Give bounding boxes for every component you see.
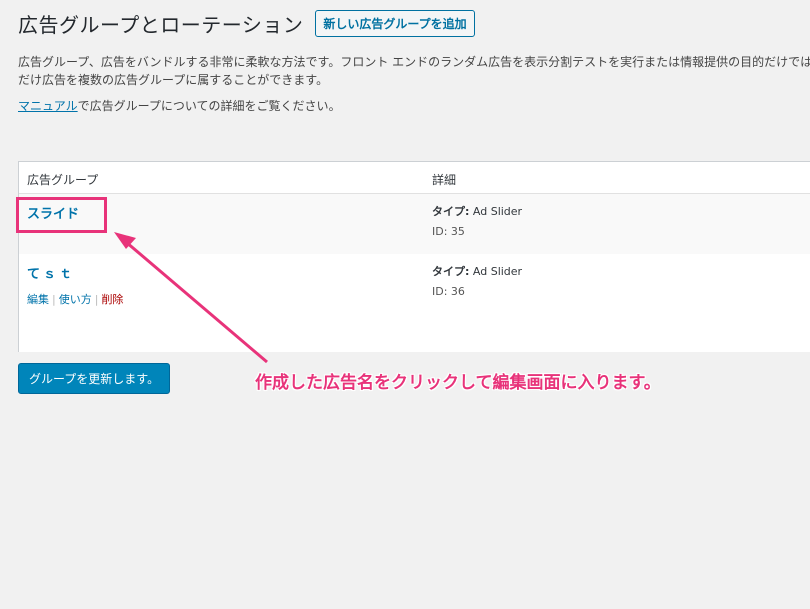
manual-note-text: で広告グループについての詳細をご覧ください。 (77, 99, 341, 113)
ad-groups-table: 広告グループ 詳細 スライド タイプ: Ad Slider ID: 35 てｓｔ… (18, 161, 810, 352)
ad-group-name-link[interactable]: てｓｔ (27, 263, 75, 282)
action-separator: | (52, 293, 56, 306)
edit-link[interactable]: 編集 (27, 293, 49, 306)
manual-link[interactable]: マニュアル (18, 99, 78, 113)
page-heading: 広告グループとローテーション 新しい広告グループを追加 (18, 9, 475, 38)
ad-group-id: ID: 36 (432, 285, 465, 298)
type-value: Ad Slider (472, 205, 523, 218)
type-value: Ad Slider (472, 265, 523, 278)
type-label: タイプ: (432, 265, 470, 278)
update-groups-button[interactable]: グループを更新します。 (18, 363, 171, 394)
row-actions: 編集 | 使い方 | 削除 (27, 291, 123, 307)
ad-group-id: ID: 35 (432, 225, 465, 238)
page-description: 広告グループ、広告をバンドルする非常に柔軟な方法です。フロント エンドのランダム… (18, 53, 810, 89)
delete-link[interactable]: 削除 (101, 293, 123, 306)
manual-note: マニュアルで広告グループについての詳細をご覧ください。 (18, 97, 341, 114)
ad-group-type: タイプ: Ad Slider (432, 263, 522, 279)
table-row: スライド タイプ: Ad Slider ID: 35 (19, 194, 810, 254)
column-header-details: 詳細 (432, 173, 457, 187)
add-new-group-button[interactable]: 新しい広告グループを追加 (315, 10, 475, 37)
annotation-highlight-box (16, 197, 107, 233)
column-header-ad-group: 広告グループ (27, 173, 99, 187)
description-line-2: だけ広告を複数の広告グループに属することができます。 (18, 73, 329, 87)
description-line-1: 広告グループ、広告をバンドルする非常に柔軟な方法です。フロント エンドのランダム… (18, 55, 810, 69)
table-header: 広告グループ 詳細 (19, 162, 810, 194)
usage-link[interactable]: 使い方 (59, 293, 92, 306)
page-title: 広告グループとローテーション (18, 13, 304, 37)
page: 広告グループとローテーション 新しい広告グループを追加 広告グループ、広告をバン… (0, 0, 810, 609)
table-row: てｓｔ 編集 | 使い方 | 削除 タイプ: Ad Slider ID: 36 (19, 254, 810, 352)
action-separator: | (94, 293, 99, 306)
annotation-text: 作成した広告名をクリックして編集画面に入ります。 (255, 373, 661, 393)
ad-group-type: タイプ: Ad Slider (432, 203, 522, 219)
type-label: タイプ: (432, 205, 470, 218)
